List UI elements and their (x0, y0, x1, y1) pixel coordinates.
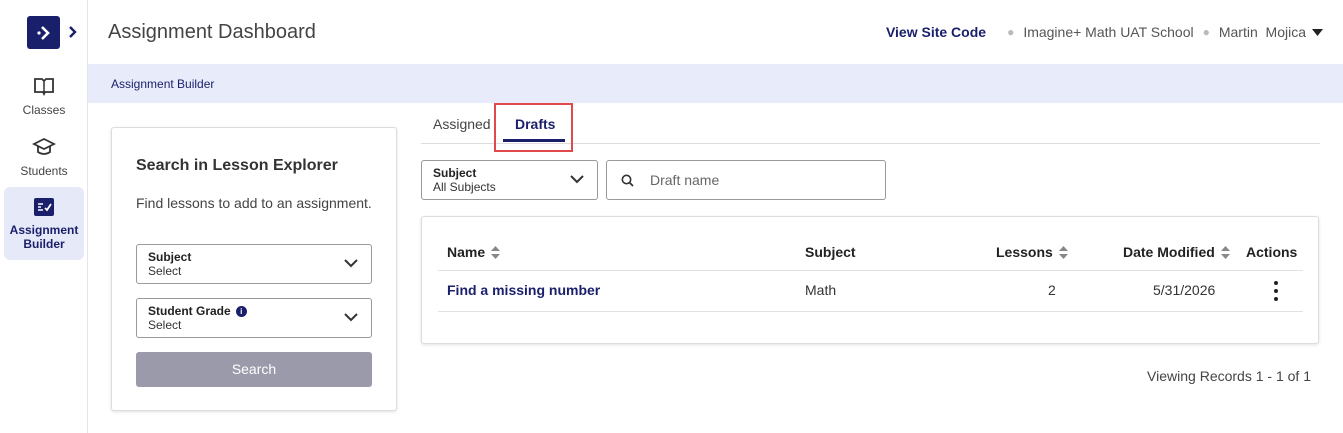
column-header-label: Name (447, 244, 486, 260)
user-menu[interactable]: Martin Mojica (1219, 24, 1323, 40)
caret-down-icon (1312, 28, 1323, 36)
checklist-icon (4, 198, 84, 219)
explorer-description: Find lessons to add to an assignment. (136, 195, 372, 211)
page-title: Assignment Dashboard (108, 21, 316, 43)
student-grade-select[interactable]: Student Grade i Select (136, 298, 372, 338)
sort-icon (491, 245, 501, 259)
subject-filter-select[interactable]: Subject All Subjects (421, 160, 598, 200)
sidebar-item-label: Classes (22, 103, 66, 117)
separator-dot: ● (1202, 25, 1210, 39)
draft-name-search[interactable] (606, 160, 886, 200)
book-icon (4, 76, 84, 99)
grade-select-label-wrap: Student Grade i (148, 304, 247, 318)
header-right: View Site Code ● Imagine+ Math UAT Schoo… (886, 24, 1323, 40)
sidebar-item-label: Assignment Builder (9, 223, 79, 251)
draft-lessons: 2 (1048, 282, 1056, 298)
chevron-down-icon (344, 313, 358, 322)
sort-icon (1058, 245, 1068, 259)
sidebar-item-label: Students (20, 164, 68, 178)
draft-name-input[interactable] (650, 172, 850, 188)
highlight-box (494, 103, 573, 152)
breadcrumb[interactable]: Assignment Builder (111, 77, 214, 91)
subject-filter-value: All Subjects (433, 180, 496, 194)
column-header-subject: Subject (805, 244, 856, 260)
info-icon[interactable]: i (235, 305, 247, 317)
grade-select-value: Select (148, 318, 182, 332)
column-header-name[interactable]: Name (447, 244, 501, 260)
column-header-lessons[interactable]: Lessons (996, 244, 1068, 260)
row-divider (438, 311, 1303, 312)
search-icon (621, 174, 634, 187)
subject-filter-label: Subject (433, 166, 477, 180)
column-header-label: Date Modified (1123, 244, 1215, 260)
school-name: Imagine+ Math UAT School (1023, 24, 1194, 40)
sidebar-item-students[interactable]: Students (4, 137, 84, 178)
user-name: Martin Mojica (1218, 24, 1306, 40)
column-header-label: Lessons (996, 244, 1053, 260)
tab-assigned[interactable]: Assigned (433, 116, 491, 132)
chevron-down-icon (570, 175, 584, 184)
column-header-actions: Actions (1246, 244, 1298, 260)
records-count: Viewing Records 1 - 1 of 1 (1147, 368, 1311, 384)
graduation-cap-icon (4, 137, 84, 160)
explorer-title: Search in Lesson Explorer (136, 157, 338, 174)
more-actions-icon[interactable] (1272, 281, 1280, 301)
sidebar-item-assignment-builder[interactable]: Assignment Builder (4, 187, 84, 260)
separator-dot: ● (1007, 25, 1015, 39)
draft-date-modified: 5/31/2026 (1153, 282, 1216, 298)
view-site-code-link[interactable]: View Site Code (886, 24, 986, 40)
sort-icon (1220, 245, 1230, 259)
grade-select-label: Student Grade (148, 304, 231, 318)
sidebar: Classes Students Assignment Builder (0, 0, 88, 433)
subject-select-value: Select (148, 264, 182, 278)
subject-select[interactable]: Subject Select (136, 244, 372, 284)
header-divider (438, 270, 1303, 271)
drafts-table: Name Subject Lessons Date Modified Actio… (421, 216, 1319, 344)
draft-subject: Math (805, 282, 837, 298)
draft-name-link[interactable]: Find a missing number (447, 282, 600, 298)
expand-chevron-icon[interactable] (68, 25, 78, 44)
subject-select-label: Subject (148, 250, 192, 264)
breadcrumb-bar: Assignment Builder (88, 64, 1343, 103)
app-logo-icon[interactable] (27, 16, 60, 49)
chevron-down-icon (344, 259, 358, 268)
column-header-date-modified[interactable]: Date Modified (1123, 244, 1230, 260)
lesson-explorer-card: Search in Lesson Explorer Find lessons t… (111, 127, 397, 411)
sidebar-item-classes[interactable]: Classes (4, 76, 84, 117)
search-button[interactable]: Search (136, 352, 372, 387)
